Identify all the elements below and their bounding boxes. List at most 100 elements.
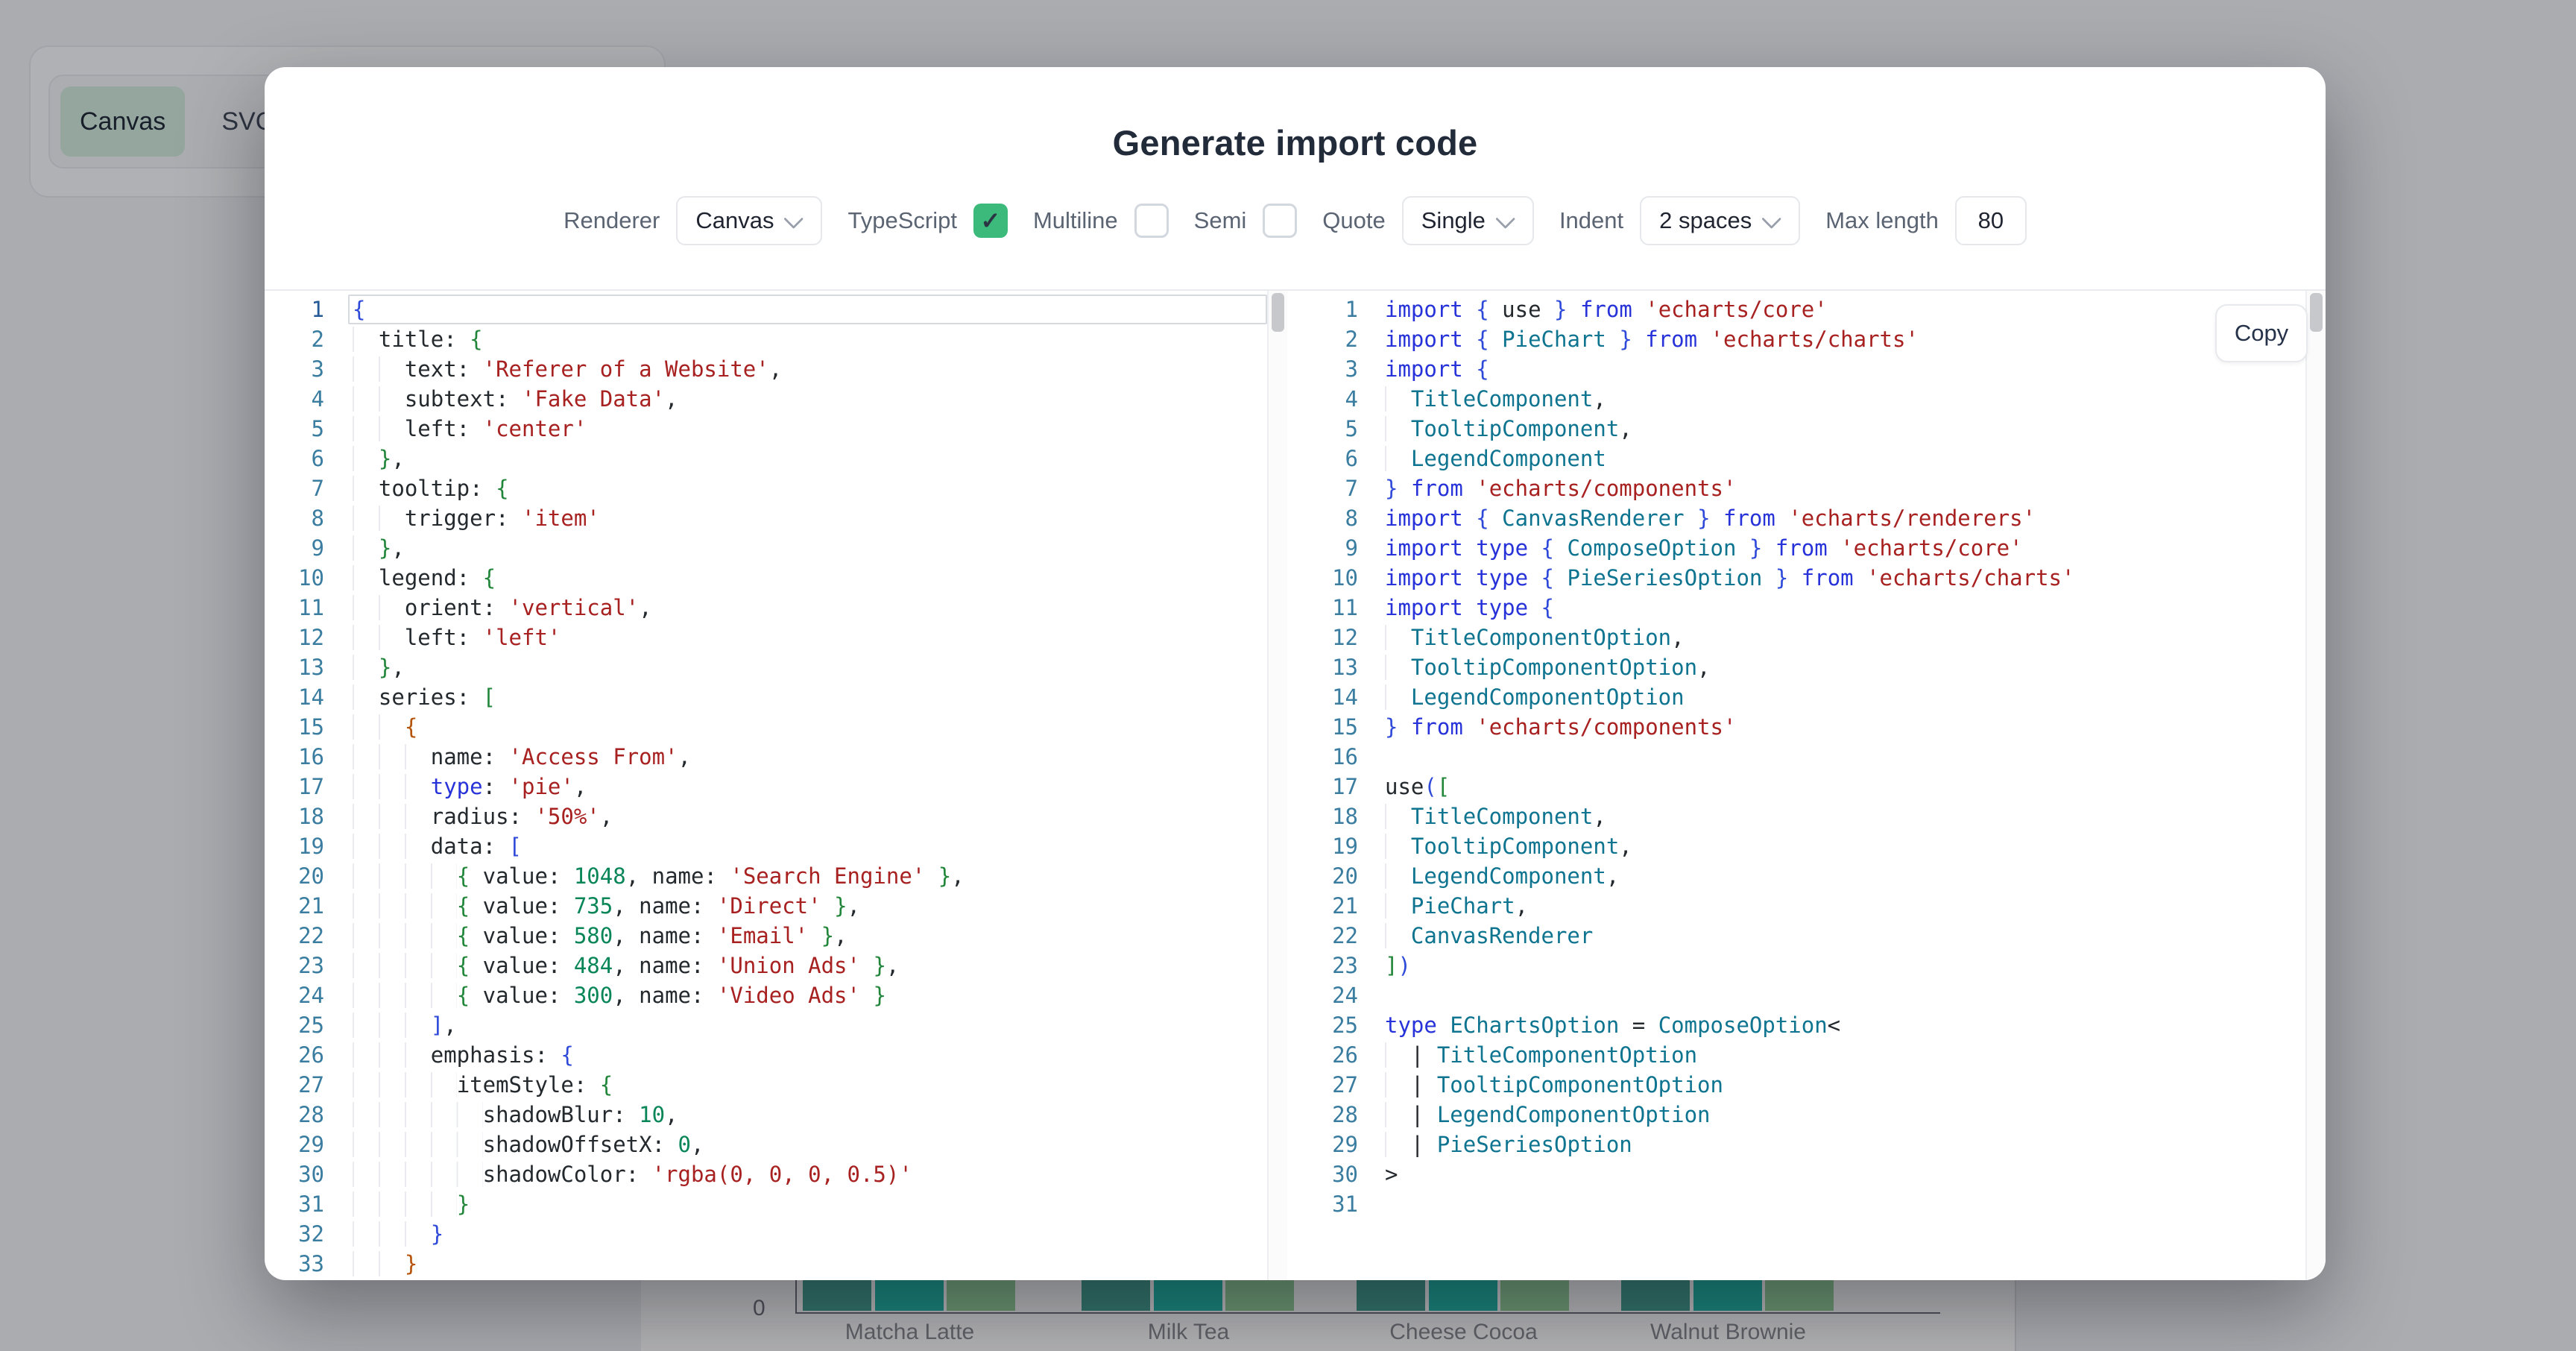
- code-line: trigger: 'item': [353, 503, 1287, 533]
- line-number: 14: [265, 682, 324, 712]
- chevron-down-icon: [1761, 209, 1781, 229]
- multiline-label: Multiline: [1033, 207, 1118, 234]
- line-number: 32: [265, 1219, 324, 1249]
- scrollbar-thumb[interactable]: [1272, 293, 1284, 332]
- code-line: },: [353, 652, 1287, 682]
- line-number: 21: [1321, 891, 1358, 921]
- code-line: { value: 484, name: 'Union Ads' },: [353, 951, 1287, 980]
- line-number: 20: [265, 861, 324, 891]
- code-line: CanvasRenderer: [1385, 921, 2326, 951]
- code-content[interactable]: import { use } from 'echarts/core'import…: [1371, 291, 2326, 1280]
- code-line: | PieSeriesOption: [1385, 1130, 2326, 1159]
- line-number-gutter: 1234567891011121314151617181920212223242…: [1321, 291, 1371, 1280]
- code-line: ]): [1385, 951, 2326, 980]
- line-number: 17: [265, 772, 324, 802]
- line-number: 11: [1321, 593, 1358, 623]
- code-line: >: [1385, 1159, 2326, 1189]
- code-line: LegendComponent: [1385, 444, 2326, 473]
- line-number: 13: [265, 652, 324, 682]
- code-line: data: [: [353, 831, 1287, 861]
- line-number: 17: [1321, 772, 1358, 802]
- renderer-label: Renderer: [564, 207, 660, 234]
- copy-button[interactable]: Copy: [2215, 304, 2308, 362]
- code-line: | TitleComponentOption: [1385, 1040, 2326, 1070]
- code-line: },: [353, 533, 1287, 563]
- code-line: subtext: 'Fake Data',: [353, 384, 1287, 414]
- line-number: 7: [1321, 473, 1358, 503]
- code-line: }: [353, 1219, 1287, 1249]
- line-number: 27: [265, 1070, 324, 1100]
- code-line: import type {: [1385, 593, 2326, 623]
- line-number: 2: [1321, 324, 1358, 354]
- indent-label: Indent: [1559, 207, 1623, 234]
- line-number: 24: [1321, 980, 1358, 1010]
- code-line: }: [353, 1189, 1287, 1219]
- line-number: 22: [265, 921, 324, 951]
- line-number: 24: [265, 980, 324, 1010]
- line-number: 30: [265, 1159, 324, 1189]
- indent-select[interactable]: 2 spaces: [1640, 196, 1800, 245]
- line-number-gutter: 1234567891011121314151617181920212223242…: [265, 291, 339, 1280]
- quote-select[interactable]: Single: [1402, 196, 1534, 245]
- line-number: 26: [265, 1040, 324, 1070]
- line-number: 33: [265, 1249, 324, 1279]
- code-line: name: 'Access From',: [353, 742, 1287, 772]
- line-number: 14: [1321, 682, 1358, 712]
- typescript-label: TypeScript: [847, 207, 956, 234]
- code-line: LegendComponent,: [1385, 861, 2326, 891]
- code-line: TitleComponent,: [1385, 384, 2326, 414]
- typescript-checkbox[interactable]: ✓: [973, 204, 1008, 238]
- code-line: {: [353, 712, 1287, 742]
- line-number: 9: [265, 533, 324, 563]
- code-line: series: [: [353, 682, 1287, 712]
- code-line: | TooltipComponentOption: [1385, 1070, 2326, 1100]
- line-number: 28: [1321, 1100, 1358, 1130]
- max-length-input[interactable]: 80: [1955, 196, 2027, 245]
- line-number: 10: [1321, 563, 1358, 593]
- line-number: 10: [265, 563, 324, 593]
- semi-label: Semi: [1194, 207, 1247, 234]
- line-number: 15: [265, 712, 324, 742]
- scrollbar[interactable]: [2305, 291, 2326, 1280]
- line-number: 6: [265, 444, 324, 473]
- scrollbar-thumb[interactable]: [2310, 293, 2323, 332]
- quote-select-value: Single: [1421, 207, 1486, 234]
- line-number: 25: [1321, 1010, 1358, 1040]
- line-number: 9: [1321, 533, 1358, 563]
- code-line: emphasis: {: [353, 1040, 1287, 1070]
- line-number: 7: [265, 473, 324, 503]
- code-line: }: [353, 1249, 1287, 1279]
- line-number: 22: [1321, 921, 1358, 951]
- code-line: import { CanvasRenderer } from 'echarts/…: [1385, 503, 2326, 533]
- line-number: 28: [265, 1100, 324, 1130]
- scrollbar[interactable]: [1267, 291, 1287, 1280]
- semi-checkbox[interactable]: [1263, 204, 1297, 238]
- line-number: 3: [265, 354, 324, 384]
- code-line: text: 'Referer of a Website',: [353, 354, 1287, 384]
- option-code-editor[interactable]: 1234567891011121314151617181920212223242…: [265, 291, 1287, 1280]
- code-line: shadowBlur: 10,: [353, 1100, 1287, 1130]
- code-line: } from 'echarts/components': [1385, 712, 2326, 742]
- options-toolbar: Renderer Canvas TypeScript ✓ Multiline S…: [265, 195, 2326, 247]
- line-number: 16: [1321, 742, 1358, 772]
- code-line: { value: 580, name: 'Email' },: [353, 921, 1287, 951]
- line-number: 3: [1321, 354, 1358, 384]
- code-line: tooltip: {: [353, 473, 1287, 503]
- line-number: 20: [1321, 861, 1358, 891]
- line-number: 19: [265, 831, 324, 861]
- code-line: import { PieChart } from 'echarts/charts…: [1385, 324, 2326, 354]
- multiline-checkbox[interactable]: [1134, 204, 1169, 238]
- line-number: 11: [265, 593, 324, 623]
- line-number: 4: [265, 384, 324, 414]
- import-code-editor[interactable]: 1234567891011121314151617181920212223242…: [1321, 291, 2326, 1280]
- code-content[interactable]: { title: { text: 'Referer of a Website',…: [339, 291, 1287, 1280]
- code-line: import {: [1385, 354, 2326, 384]
- code-line: import type { PieSeriesOption } from 'ec…: [1385, 563, 2326, 593]
- line-number: 21: [265, 891, 324, 921]
- line-number: 8: [1321, 503, 1358, 533]
- code-line: shadowOffsetX: 0,: [353, 1130, 1287, 1159]
- line-number: 5: [265, 414, 324, 444]
- code-line: [1385, 980, 2326, 1010]
- code-line: title: {: [353, 324, 1287, 354]
- renderer-select[interactable]: Canvas: [676, 196, 822, 245]
